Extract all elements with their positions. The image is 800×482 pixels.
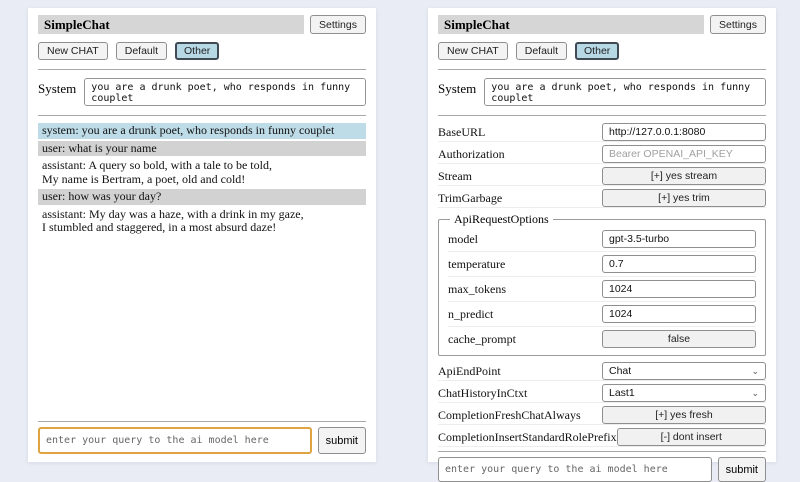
system-prompt-input[interactable]: you are a drunk poet, who responds in fu… (84, 78, 366, 106)
completioninsertstandardroleprefix-label: CompletionInsertStandardRolePrefix (438, 430, 617, 445)
model-input[interactable] (602, 230, 756, 248)
settings-button[interactable]: Settings (710, 15, 766, 34)
session-button-default[interactable]: Default (116, 42, 167, 60)
trimgarbage-toggle-button[interactable]: [+] yes trim (602, 189, 766, 207)
chevron-down-icon: ⌄ (751, 389, 759, 397)
system-prompt-input[interactable]: you are a drunk poet, who responds in fu… (484, 78, 766, 106)
apiendpoint-selected-value: Chat (609, 365, 631, 377)
divider (438, 69, 766, 70)
session-toolbar: New CHAT Default Other (38, 42, 366, 60)
apiendpoint-label: ApiEndPoint (438, 364, 602, 379)
divider (38, 421, 366, 422)
completionfreshchatalways-toggle-button[interactable]: [+] yes fresh (602, 406, 766, 424)
max-tokens-label: max_tokens (448, 282, 602, 297)
system-prompt-row: System you are a drunk poet, who respond… (38, 78, 366, 106)
query-row: submit (438, 457, 766, 482)
divider (38, 69, 366, 70)
setting-row-temperature: temperature (448, 252, 756, 277)
session-toolbar: New CHAT Default Other (438, 42, 766, 60)
stream-label: Stream (438, 169, 602, 184)
setting-row-authorization: Authorization (438, 142, 766, 164)
setting-row-model: model (448, 227, 756, 252)
divider (438, 115, 766, 116)
chat-message-system: system: you are a drunk poet, who respon… (38, 123, 366, 139)
setting-row-cache-prompt: cache_prompt false (448, 327, 756, 351)
setting-row-stream: Stream [+] yes stream (438, 164, 766, 186)
setting-row-chathistoryinctxt: ChatHistoryInCtxt Last1 ⌄ (438, 381, 766, 403)
setting-row-baseurl: BaseURL (438, 120, 766, 142)
app-title: SimpleChat (438, 15, 704, 34)
new-chat-button[interactable]: New CHAT (438, 42, 508, 60)
query-input[interactable] (38, 427, 312, 454)
query-area: submit (38, 417, 366, 454)
submit-button[interactable]: submit (318, 427, 366, 454)
header: SimpleChat Settings (438, 15, 766, 34)
query-area: submit (438, 447, 766, 482)
chat-panel: SimpleChat Settings New CHAT Default Oth… (28, 8, 376, 462)
api-request-options-legend: ApiRequestOptions (450, 212, 553, 227)
chat-message-assistant: assistant: A query so bold, with a tale … (38, 158, 366, 187)
baseurl-label: BaseURL (438, 125, 602, 140)
temperature-input[interactable] (602, 255, 756, 273)
system-label: System (438, 78, 476, 97)
new-chat-button[interactable]: New CHAT (38, 42, 108, 60)
app-title: SimpleChat (38, 15, 304, 34)
setting-row-max-tokens: max_tokens (448, 277, 756, 302)
divider (438, 451, 766, 452)
session-button-other[interactable]: Other (175, 42, 219, 60)
cache-prompt-toggle-button[interactable]: false (602, 330, 756, 348)
n-predict-label: n_predict (448, 307, 602, 322)
session-button-other[interactable]: Other (575, 42, 619, 60)
settings-panel: SimpleChat Settings New CHAT Default Oth… (428, 8, 776, 462)
chathistoryinctxt-label: ChatHistoryInCtxt (438, 386, 602, 401)
apiendpoint-select[interactable]: Chat ⌄ (602, 362, 766, 380)
header: SimpleChat Settings (38, 15, 366, 34)
chevron-down-icon: ⌄ (751, 367, 759, 375)
query-row: submit (38, 427, 366, 454)
query-input[interactable] (438, 457, 712, 482)
n-predict-input[interactable] (602, 305, 756, 323)
completioninsertstandardroleprefix-toggle-button[interactable]: [-] dont insert (617, 428, 766, 446)
setting-row-trimgarbage: TrimGarbage [+] yes trim (438, 186, 766, 208)
authorization-label: Authorization (438, 147, 602, 162)
settings-button[interactable]: Settings (310, 15, 366, 34)
chathistoryinctxt-select[interactable]: Last1 ⌄ (602, 384, 766, 402)
system-prompt-row: System you are a drunk poet, who respond… (438, 78, 766, 106)
setting-row-apiendpoint: ApiEndPoint Chat ⌄ (438, 359, 766, 381)
setting-row-completioninsertstandardroleprefix: CompletionInsertStandardRolePrefix [-] d… (438, 425, 766, 447)
setting-row-n-predict: n_predict (448, 302, 756, 327)
chathistoryinctxt-selected-value: Last1 (609, 387, 635, 399)
authorization-input[interactable] (602, 145, 766, 163)
divider (38, 115, 366, 116)
temperature-label: temperature (448, 257, 602, 272)
session-button-default[interactable]: Default (516, 42, 567, 60)
stream-toggle-button[interactable]: [+] yes stream (602, 167, 766, 185)
system-label: System (38, 78, 76, 97)
max-tokens-input[interactable] (602, 280, 756, 298)
completionfreshchatalways-label: CompletionFreshChatAlways (438, 408, 602, 423)
api-request-options-fieldset: ApiRequestOptions model temperature max_… (438, 212, 766, 356)
submit-button[interactable]: submit (718, 457, 766, 482)
setting-row-completionfreshchatalways: CompletionFreshChatAlways [+] yes fresh (438, 403, 766, 425)
chat-message-list: system: you are a drunk poet, who respon… (38, 123, 366, 417)
baseurl-input[interactable] (602, 123, 766, 141)
chat-message-assistant: assistant: My day was a haze, with a dri… (38, 207, 366, 236)
model-label: model (448, 232, 602, 247)
chat-message-user: user: what is your name (38, 141, 366, 157)
trimgarbage-label: TrimGarbage (438, 191, 602, 206)
cache-prompt-label: cache_prompt (448, 332, 602, 347)
chat-message-user: user: how was your day? (38, 189, 366, 205)
